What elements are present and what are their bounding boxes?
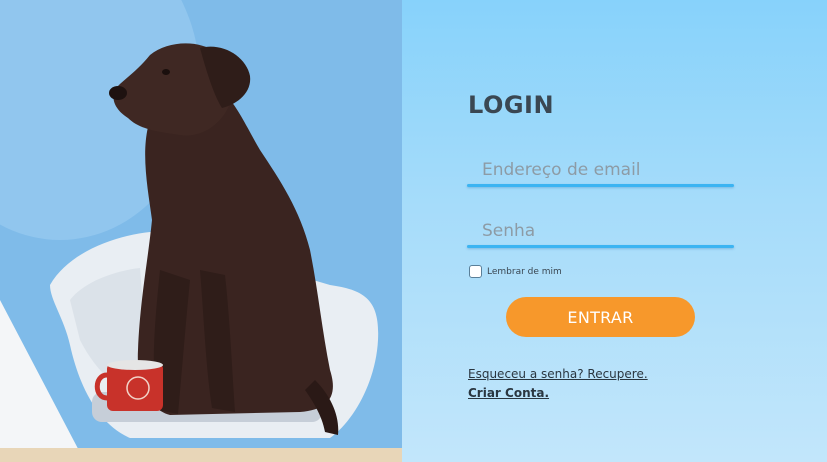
login-panel: LOGIN Lembrar de mim ENTRAR Esqueceu a s… [402, 0, 827, 462]
auth-links: Esqueceu a senha? Recupere. Criar Conta. [468, 365, 648, 403]
remember-me-checkbox[interactable] [469, 265, 482, 278]
dog-photo [0, 0, 402, 462]
remember-me[interactable]: Lembrar de mim [469, 265, 562, 278]
password-field-container [467, 216, 734, 248]
page-title: LOGIN [468, 91, 555, 119]
email-field-underline [467, 184, 734, 187]
create-account-link[interactable]: Criar Conta. [468, 384, 648, 403]
email-field-container [467, 155, 734, 187]
remember-me-label: Lembrar de mim [487, 266, 562, 277]
mug-shape [107, 363, 163, 411]
password-field-underline [467, 245, 734, 248]
submit-button[interactable]: ENTRAR [506, 297, 695, 337]
forgot-password-link[interactable]: Esqueceu a senha? Recupere. [468, 365, 648, 384]
email-field[interactable] [467, 155, 734, 185]
password-field[interactable] [467, 216, 734, 246]
dog-illustration [0, 0, 402, 462]
